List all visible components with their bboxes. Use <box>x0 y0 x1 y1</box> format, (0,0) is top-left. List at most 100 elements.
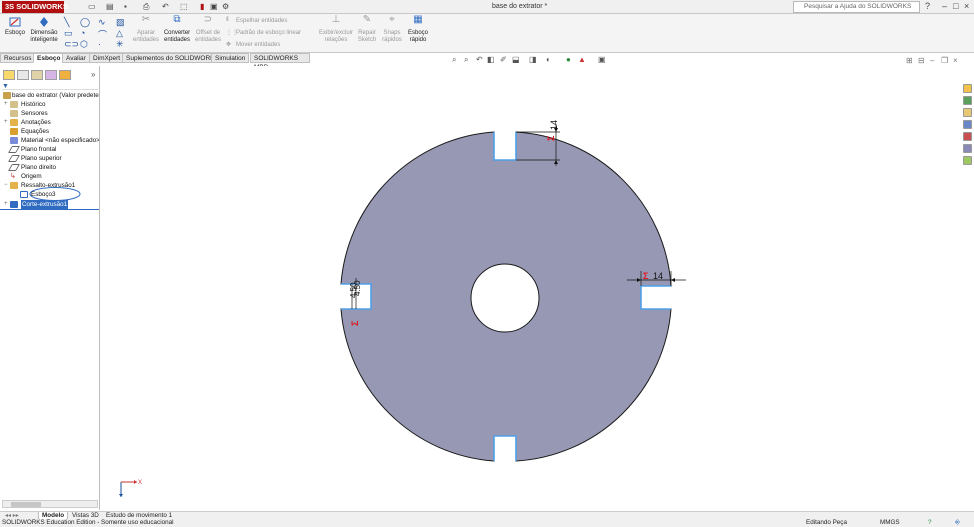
tab-mbd[interactable]: SOLIDWORKS MBD <box>250 53 310 71</box>
tile-icon[interactable]: ⊞ <box>906 56 913 65</box>
property-manager-tab-icon[interactable] <box>17 70 29 80</box>
move-entities-button[interactable]: Mover entidades <box>236 42 280 48</box>
options-icon[interactable]: ⚙ <box>222 2 229 11</box>
view-palette-icon[interactable] <box>963 156 972 165</box>
display-manager-tab-icon[interactable] <box>59 70 71 80</box>
tree-part-root[interactable]: base do extrator (Valor predeter <box>0 91 99 100</box>
mirror-entities-button[interactable]: Espelhar entidades <box>236 18 287 24</box>
file-properties-icon[interactable]: ▣ <box>210 2 218 11</box>
right-slot-edge[interactable] <box>640 285 671 310</box>
line-icon[interactable]: ╲ <box>64 17 69 28</box>
new-document-icon[interactable]: ▭ <box>88 2 96 11</box>
sketch-point-icon[interactable]: ✳ <box>116 39 124 50</box>
sketch-button[interactable]: Esboço <box>3 16 27 37</box>
print-icon[interactable]: ⎙ <box>143 2 149 12</box>
help-status-icon[interactable]: ? <box>928 519 932 527</box>
right-slot-dim-value[interactable]: 14 <box>653 271 663 281</box>
repair-sketch-button[interactable]: ✎ Repair Sketch <box>356 15 378 44</box>
top-slot-dim-value[interactable]: 14 <box>549 120 559 130</box>
graphics-area[interactable]: Σ 14 Σ 14 4.50 4.50 Σ X <box>101 66 955 510</box>
tab-simulation[interactable]: Simulation <box>211 53 250 63</box>
horizontal-scrollbar[interactable] <box>2 500 98 508</box>
tree-item-historico[interactable]: + Histórico <box>0 100 99 109</box>
point-icon[interactable]: · <box>98 39 101 49</box>
tree-item-plano-direito[interactable]: Plano direito <box>0 163 99 172</box>
zoom-to-fit-icon[interactable]: ⌕ <box>452 55 456 65</box>
rapid-sketch-button[interactable]: ▦ Esboço rápido <box>406 15 430 44</box>
tree-item-origem[interactable]: ↳ Origem <box>0 172 99 181</box>
expand-icon[interactable]: + <box>4 100 9 109</box>
doc-close-icon[interactable]: × <box>953 56 958 65</box>
tree-item-plano-frontal[interactable]: Plano frontal <box>0 145 99 154</box>
left-slot-dim-value-b[interactable]: 4.50 <box>353 280 362 296</box>
open-icon[interactable]: ▤ <box>106 2 114 11</box>
tree-item-corte-extrusao1[interactable]: + Corte-extrusão1 <box>0 200 99 209</box>
display-relations-button[interactable]: ⊥ Exibir/excluir relações <box>318 15 354 44</box>
minimize-icon[interactable]: – <box>942 1 947 11</box>
plane-icon[interactable]: △ <box>116 28 123 39</box>
linear-pattern-button[interactable]: Padrão de esboço linear <box>236 30 301 36</box>
file-explorer-icon[interactable] <box>963 120 972 129</box>
zoom-area-icon[interactable]: ⌕ <box>464 55 468 65</box>
appearance-icon[interactable]: ● <box>566 55 571 64</box>
resources-icon[interactable] <box>963 96 972 105</box>
dimxpert-manager-tab-icon[interactable] <box>45 70 57 80</box>
circle-icon[interactable]: ◯ <box>80 17 90 28</box>
tree-item-anotacoes[interactable]: + Anotações <box>0 118 99 127</box>
tab-suplementos[interactable]: Suplementos do SOLIDWORKS <box>122 53 223 63</box>
display-style-icon[interactable]: ◨ <box>529 55 537 64</box>
panel-expand-icon[interactable]: » <box>91 70 95 79</box>
design-library-icon[interactable] <box>963 108 972 117</box>
dynamic-annotation-icon[interactable]: ✐ <box>500 55 507 64</box>
bottom-slot-edge[interactable] <box>493 435 517 461</box>
configuration-manager-tab-icon[interactable] <box>31 70 43 80</box>
home-icon[interactable] <box>963 84 972 93</box>
solidworks-logo[interactable]: 3S SOLIDWORKS <box>2 1 68 13</box>
filter-icon[interactable]: ▼ <box>2 83 98 90</box>
expand-icon[interactable]: + <box>4 118 9 127</box>
select-icon[interactable]: ⬚ <box>180 2 188 11</box>
spline-icon[interactable]: ∿ <box>98 17 106 28</box>
maximize-icon[interactable]: □ <box>953 1 958 11</box>
trim-entities-button[interactable]: ✂ Aparar entidades <box>132 15 160 44</box>
tab-avaliar[interactable]: Avaliar <box>62 53 90 63</box>
top-slot-edge[interactable] <box>493 132 517 161</box>
offset-entities-button[interactable]: ⊃ Offset de entidades <box>193 15 223 44</box>
quick-snaps-button[interactable]: ⌖ Snaps rápidos <box>381 15 403 44</box>
tree-item-material[interactable]: Material <não especificado> <box>0 136 99 145</box>
convert-entities-button[interactable]: ⧉ Converter entidades <box>162 15 192 44</box>
rectangle-icon[interactable]: ▭ <box>64 28 73 39</box>
feature-tree-tab-icon[interactable] <box>3 70 15 80</box>
split-icon[interactable]: ⊟ <box>918 56 925 65</box>
custom-properties-icon[interactable] <box>963 144 972 153</box>
doc-restore-icon[interactable]: ❐ <box>941 56 948 65</box>
slot-icon[interactable]: ⊂⊃ <box>64 39 79 50</box>
tree-item-equacoes[interactable]: Equações <box>0 127 99 136</box>
save-icon[interactable]: ▪ <box>124 2 127 11</box>
tree-item-sensores[interactable]: Sensores <box>0 109 99 118</box>
view-settings-icon[interactable]: ▣ <box>598 55 606 64</box>
appearances-icon[interactable] <box>963 132 972 141</box>
tab-esboco[interactable]: Esboço <box>33 53 65 63</box>
center-hole[interactable] <box>470 263 540 333</box>
rebuild-status-icon[interactable]: ⎆ <box>955 519 960 527</box>
doc-minimize-icon[interactable]: – <box>930 56 934 65</box>
tab-recursos[interactable]: Recursos <box>0 53 36 63</box>
rebuild-icon[interactable]: ▮ <box>200 2 204 11</box>
help-search-input[interactable]: Pesquisar a Ajuda do SOLIDWORKS <box>793 1 920 13</box>
smart-dimension-button[interactable]: Dimensão inteligente <box>28 16 60 44</box>
expand-icon[interactable]: + <box>4 200 9 209</box>
previous-view-icon[interactable]: ↶ <box>476 55 483 64</box>
view-orientation-icon[interactable]: ⬓ <box>512 55 520 64</box>
part-drawing[interactable]: Σ 14 Σ 14 4.50 4.50 Σ X <box>101 66 955 510</box>
units-selector[interactable]: MMGS <box>880 519 900 527</box>
arc-icon[interactable]: ◔ <box>80 28 85 38</box>
close-icon[interactable]: × <box>964 1 969 11</box>
scene-icon[interactable]: ▲ <box>578 55 586 64</box>
help-icon[interactable]: ? <box>925 1 930 11</box>
rollback-bar[interactable] <box>0 209 99 210</box>
scrollbar-thumb[interactable] <box>11 502 41 507</box>
section-view-icon[interactable]: ◧ <box>487 55 495 64</box>
tab-dimxpert[interactable]: DimXpert <box>89 53 125 63</box>
collapse-icon[interactable]: − <box>4 181 9 190</box>
